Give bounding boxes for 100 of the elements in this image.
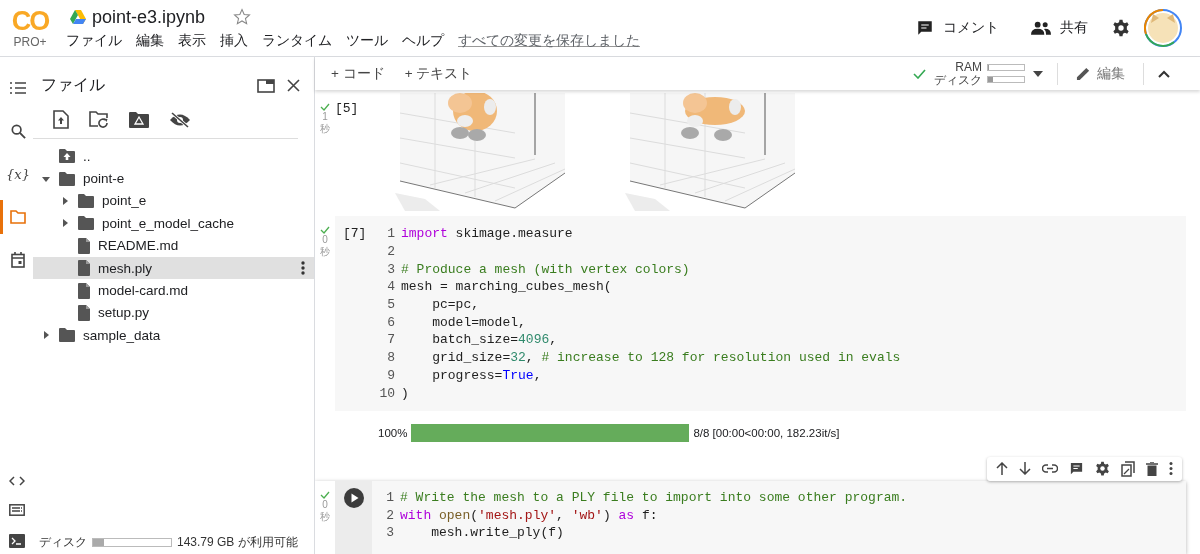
refresh-folder-icon[interactable] [89,111,109,128]
file-icon [78,237,90,254]
panel-title: ファイル [41,75,105,95]
line-number: 5 [386,296,395,314]
settings-icon[interactable] [1095,461,1110,477]
line-number: 1 [385,488,394,507]
comment-icon [916,19,934,37]
caret-right-icon[interactable] [61,196,69,205]
collapse-icon[interactable] [1158,69,1170,78]
file-name: sample_data [83,327,161,343]
caret-down-icon[interactable] [42,174,50,183]
code-line: # Write the mesh to a PLY file to import into some other program. [400,488,908,507]
line-number: 6 [386,313,395,332]
file-name: point_e_model_cache [102,215,235,231]
time-unit: 秒 [320,246,330,259]
file-tree-item[interactable]: mesh.ply [33,256,314,280]
share-button[interactable]: 共有 [1023,13,1096,43]
file-tree-item[interactable]: point-e [33,167,314,190]
logo[interactable]: CO PRO+ [0,0,60,56]
file-icon [78,282,90,299]
line-number: 2 [386,242,395,261]
menu-item[interactable]: ファイル [66,31,122,50]
disk-label: ディスク [39,533,87,551]
add-cell-button[interactable]: + コード [325,60,391,87]
meter-bar [987,64,1025,71]
code-line: import skimage.measure [401,225,573,243]
menu-item[interactable]: 編集 [136,31,164,50]
code-line: mesh = marching_cubes_mesh( [401,278,612,297]
file-tree-item[interactable]: point_e [33,189,314,213]
resource-monitor[interactable]: RAM ディスク [934,60,1025,87]
folder-icon [78,216,94,231]
disk-free-text: 143.79 GB が利用可能 [177,533,298,551]
code-line: with open('mesh.ply', 'wb') as f: [400,506,658,525]
link-icon[interactable] [1042,464,1058,474]
caret-right-icon[interactable] [61,219,69,228]
comment-icon[interactable] [1069,461,1084,477]
file-tree-item[interactable]: point_e_model_cache [33,212,314,235]
folder-icon [59,328,75,343]
code-editor[interactable]: 1 # Write the mesh to a PLY file to import into some other program. 2 with open('mesh.ply', 'wb') as f: 3 mesh.write_ply(f) [372,480,1186,554]
progress-percent: 100% [378,426,408,439]
line-number: 3 [385,524,394,542]
line-number: 8 [386,349,395,367]
variables-icon[interactable]: {x} [0,157,33,191]
code-line: # Produce a mesh (with vertex colors) [401,260,690,279]
hidden-eye-icon[interactable] [169,111,191,128]
folder-icon [59,171,75,186]
line-number: 3 [386,260,395,279]
run-button[interactable] [342,486,365,509]
file-name: setup.py [98,305,150,321]
people-icon [1031,21,1051,35]
file-name: model-card.md [98,283,189,299]
avatar[interactable] [1144,9,1182,47]
file-tree-item[interactable]: sample_data [33,324,314,347]
file-tree-item[interactable]: .. [33,145,314,168]
add-cell-button[interactable]: + テキスト [398,60,479,87]
code-line: batch_size=4096, [431,331,558,350]
comment-button[interactable]: コメント [908,13,1007,43]
move-down-icon[interactable] [1019,462,1031,476]
terminal-icon[interactable] [8,534,25,548]
code-icon[interactable] [8,476,25,486]
file-tree-item[interactable]: model-card.md [33,279,314,302]
menu-item[interactable]: ランタイム [262,31,332,50]
close-icon[interactable] [287,79,300,92]
file-name: point_e [102,193,147,209]
file-name: point-e [83,171,125,187]
keyboard-icon[interactable] [8,504,25,516]
mirror-cell-icon[interactable] [1121,460,1135,477]
more-options-icon[interactable] [1169,462,1173,476]
code-line: ) [401,384,409,403]
drive-folder-icon[interactable] [129,111,149,128]
file-name: .. [83,148,91,164]
notebook-title[interactable]: point-e3.ipynb [92,6,206,28]
upload-file-icon[interactable] [53,110,69,129]
folder-up-icon [59,149,75,164]
move-up-icon[interactable] [996,462,1008,476]
menu-item[interactable]: ツール [346,31,388,50]
pencil-icon [1076,66,1091,81]
delete-icon[interactable] [1146,461,1158,476]
code-line: model=model, [431,313,526,332]
menu-item[interactable]: 挿入 [220,31,248,50]
run-time: 0 [322,498,328,511]
edit-button[interactable]: 編集 [1072,60,1129,87]
file-tree-item[interactable]: README.md [33,234,314,257]
settings-icon[interactable] [1112,19,1130,37]
line-number: 7 [386,331,395,350]
time-unit: 秒 [320,123,330,135]
line-number: 1 [386,225,395,243]
file-name: README.md [98,238,179,254]
meter-label: RAM [955,60,982,74]
file-tree-item[interactable]: setup.py [33,301,314,325]
execution-count: [7] [343,225,368,244]
caret-right-icon[interactable] [42,331,50,340]
save-status-link[interactable]: すべての変更を保存しました [458,31,640,50]
star-icon[interactable] [233,8,252,26]
more-options-icon[interactable] [301,261,305,276]
menu-item[interactable]: 表示 [178,31,206,50]
menu-item[interactable]: ヘルプ [402,31,444,50]
dropdown-caret-icon[interactable] [1033,70,1043,77]
code-line: mesh.write_ply(f) [430,524,564,542]
window-icon[interactable] [257,78,275,93]
